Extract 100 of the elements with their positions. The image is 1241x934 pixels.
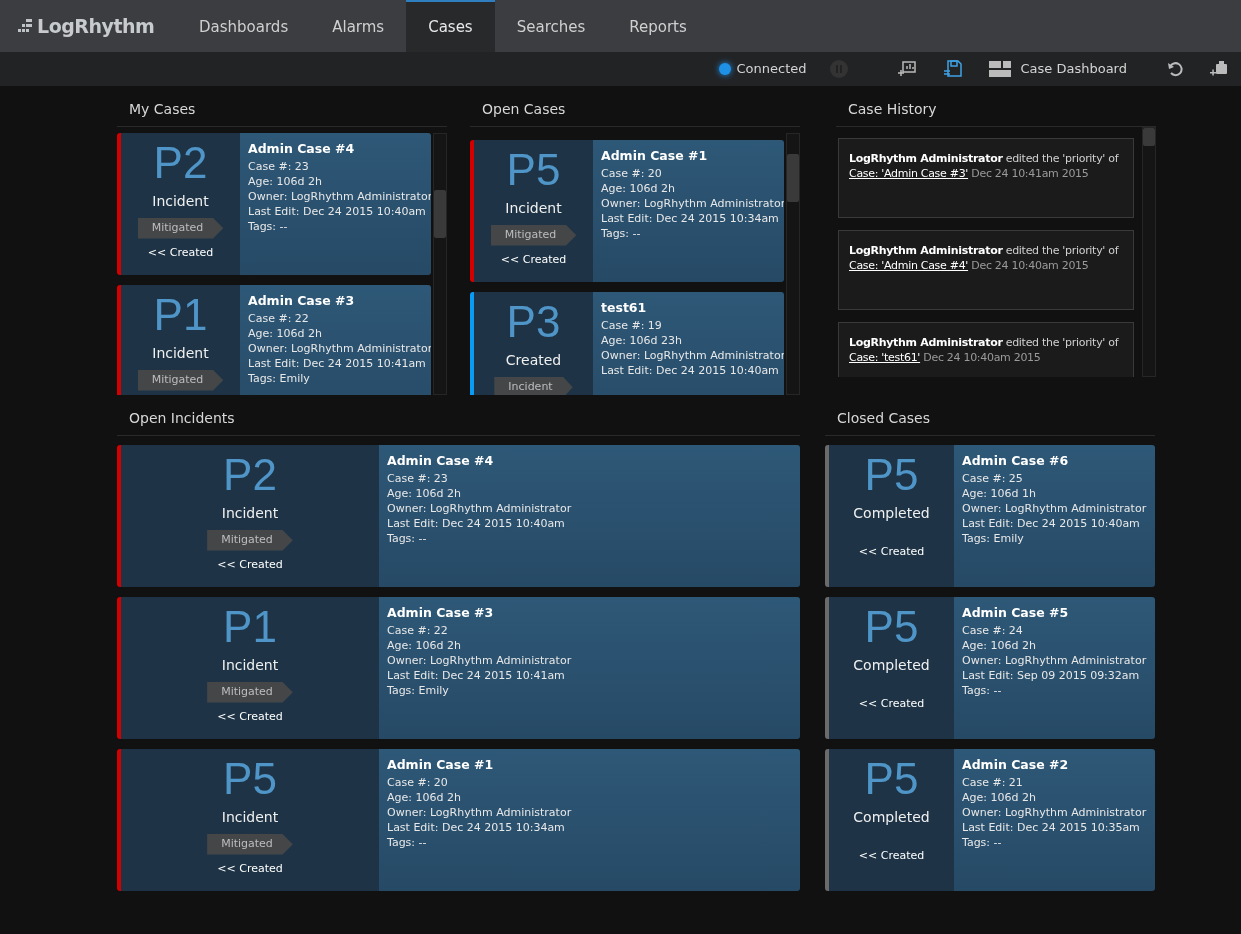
case-type: Incident — [152, 344, 209, 363]
priority-label: P1 — [153, 291, 208, 339]
nav-tab[interactable]: Cases — [406, 0, 495, 52]
back-link[interactable]: << Created — [217, 556, 283, 573]
case-type: Incident — [152, 192, 209, 211]
priority-label: P2 — [153, 139, 208, 187]
status-tag: Mitigated — [207, 682, 293, 703]
case-detail: Age: 106d 2h — [601, 181, 676, 196]
history-text: LogRhythm Administrator edited the 'priority' of Case: 'Admin Case #4' Dec 24 10:40am 2015 — [849, 243, 1120, 273]
history-text: LogRhythm Administrator edited the 'priority' of Case: 'test61' Dec 24 10:40am 2015 — [849, 335, 1120, 365]
case-detail: Case #: 20 — [387, 775, 449, 790]
case-detail: Owner: LogRhythm Administrator — [962, 501, 1148, 516]
case-title[interactable]: Admin Case #5 — [962, 605, 1155, 620]
panel-title: My Cases — [129, 100, 196, 119]
status-tag: Mitigated — [490, 225, 577, 246]
case-detail: Last Edit: Dec 24 2015 10:41am — [248, 356, 427, 371]
status-tag: Mitigated — [137, 218, 224, 239]
case-type: Completed — [853, 808, 930, 827]
case-detail: Tags: -- — [601, 226, 642, 241]
priority-label: P5 — [506, 146, 561, 194]
case-detail: Last Edit: Dec 24 2015 10:40am — [387, 516, 566, 531]
back-link[interactable]: << Created — [217, 860, 283, 877]
save-icon[interactable] — [942, 60, 963, 78]
case-detail: Age: 106d 2h — [387, 486, 462, 501]
status-tag: Mitigated — [137, 370, 224, 391]
case-detail: Last Edit: Dec 24 2015 10:40am — [962, 516, 1141, 531]
case-detail: Last Edit: Dec 24 2015 10:40am — [248, 204, 427, 219]
case-type: Completed — [853, 504, 930, 523]
case-detail: Last Edit: Dec 24 2015 10:41am — [387, 668, 566, 683]
case-detail: Age: 106d 2h — [248, 174, 323, 189]
case-detail: Last Edit: Dec 24 2015 10:40am — [601, 363, 780, 378]
priority-label: P1 — [223, 603, 277, 651]
case-title[interactable]: Admin Case #3 — [248, 293, 431, 308]
case-detail: Tags: Emily — [387, 683, 450, 698]
case-detail: Case #: 19 — [601, 318, 663, 333]
case-type: Completed — [853, 656, 930, 675]
case-link[interactable]: Case: 'Admin Case #3' — [849, 167, 969, 180]
case-title[interactable]: Admin Case #1 — [387, 757, 800, 772]
case-detail: Tags: -- — [387, 835, 428, 850]
case-detail: Last Edit: Dec 24 2015 10:35am — [962, 820, 1141, 835]
case-detail: Tags: -- — [962, 683, 1003, 698]
back-link[interactable]: << Created — [858, 696, 925, 713]
case-title[interactable]: Admin Case #3 — [387, 605, 800, 620]
logo-icon — [18, 19, 32, 33]
case-detail: Tags: -- — [387, 531, 428, 546]
case-detail: Case #: 21 — [962, 775, 1024, 790]
case-title[interactable]: test61 — [601, 300, 784, 315]
case-type: Incident — [505, 199, 562, 218]
case-detail: Age: 106d 2h — [387, 638, 462, 653]
dashboard-name[interactable]: Case Dashboard — [1020, 59, 1127, 79]
case-detail: Last Edit: Sep 09 2015 09:32am — [962, 668, 1141, 683]
case-title[interactable]: Admin Case #1 — [601, 148, 784, 163]
undo-icon[interactable] — [1167, 61, 1183, 77]
priority-label: P5 — [864, 755, 919, 803]
status-tag: Incident — [494, 377, 573, 395]
case-detail: Age: 106d 23h — [601, 333, 683, 348]
case-detail: Case #: 23 — [387, 471, 449, 486]
case-detail: Age: 106d 1h — [962, 486, 1037, 501]
case-detail: Owner: LogRhythm Administrator — [387, 805, 573, 820]
case-detail: Last Edit: Dec 24 2015 10:34am — [601, 211, 780, 226]
case-detail: Tags: Emily — [962, 531, 1025, 546]
case-detail: Tags: Emily — [248, 371, 311, 386]
case-link[interactable]: Case: 'Admin Case #4' — [849, 259, 969, 272]
priority-label: P3 — [506, 298, 561, 346]
add-case-icon[interactable] — [1209, 60, 1229, 78]
panel-title: Case History — [848, 100, 937, 119]
back-link[interactable]: << Created — [858, 544, 925, 561]
case-link[interactable]: Case: 'test61' — [849, 351, 921, 364]
scrollbar[interactable] — [1142, 127, 1156, 377]
back-link[interactable]: << Created — [500, 251, 567, 268]
case-title[interactable]: Admin Case #6 — [962, 453, 1155, 468]
priority-label: P5 — [864, 451, 919, 499]
case-title[interactable]: Admin Case #2 — [962, 757, 1155, 772]
layout-icon[interactable] — [988, 61, 1011, 77]
case-detail: Tags: -- — [248, 219, 289, 234]
case-detail: Owner: LogRhythm Administrator — [387, 501, 573, 516]
case-title[interactable]: Admin Case #4 — [387, 453, 800, 468]
case-detail: Age: 106d 2h — [248, 326, 323, 341]
panel-title: Open Cases — [482, 100, 566, 119]
case-detail: Case #: 23 — [248, 159, 310, 174]
case-detail: Age: 106d 2h — [387, 790, 462, 805]
back-link[interactable]: << Created — [147, 244, 214, 261]
panel-title: Closed Cases — [837, 409, 931, 428]
case-type: Incident — [221, 808, 279, 827]
scrollbar[interactable] — [433, 133, 447, 395]
back-link[interactable]: << Created — [858, 848, 925, 865]
case-type: Incident — [221, 504, 279, 523]
case-title[interactable]: Admin Case #4 — [248, 141, 431, 156]
priority-label: P5 — [864, 603, 919, 651]
case-detail: Last Edit: Dec 24 2015 10:34am — [387, 820, 566, 835]
case-detail: Case #: 20 — [601, 166, 663, 181]
connection-status: Connected — [736, 60, 807, 79]
case-detail: Tags: -- — [962, 835, 1003, 850]
priority-label: P5 — [223, 755, 277, 803]
priority-label: P2 — [223, 451, 277, 499]
case-detail: Owner: LogRhythm Administrator — [962, 805, 1148, 820]
scrollbar[interactable] — [786, 133, 800, 395]
back-link[interactable]: << Created — [217, 708, 283, 725]
case-detail: Case #: 22 — [387, 623, 449, 638]
add-chart-icon[interactable] — [896, 60, 917, 78]
